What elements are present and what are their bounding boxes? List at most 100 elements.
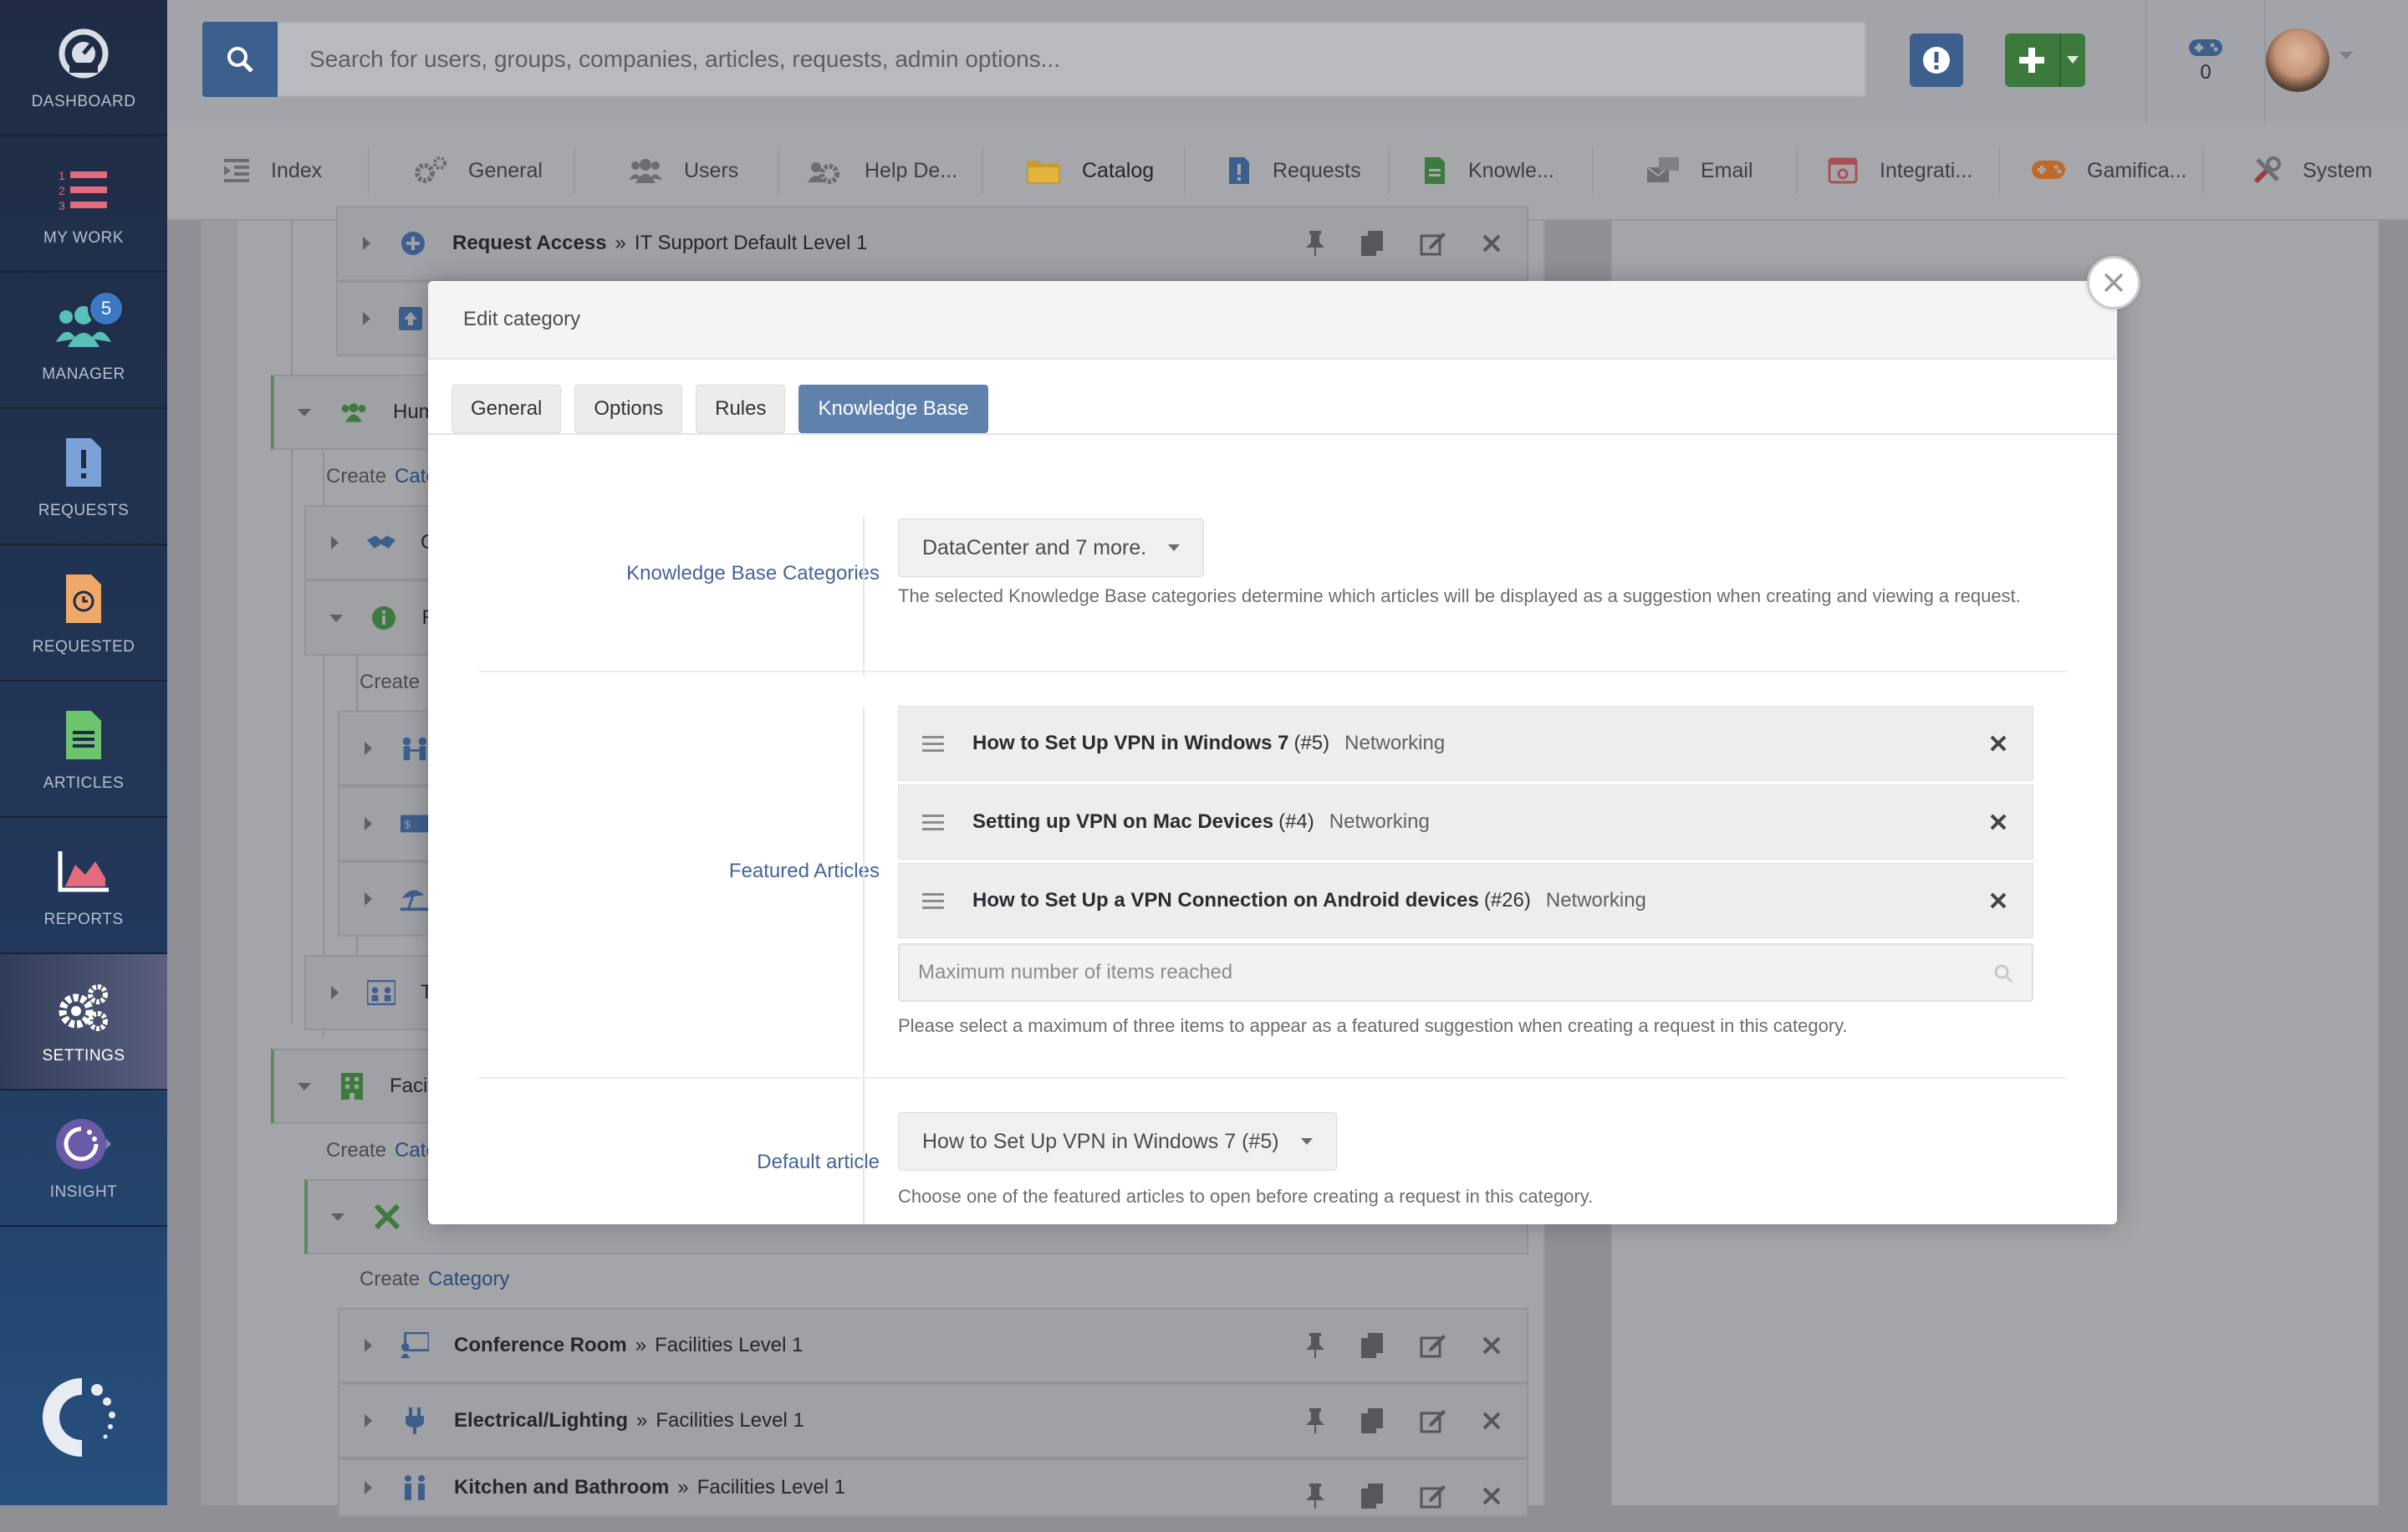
- tree-row[interactable]: R: [304, 580, 438, 656]
- remove-icon[interactable]: [1989, 813, 2008, 831]
- drag-handle-icon[interactable]: [922, 892, 944, 909]
- pin-icon[interactable]: [1304, 1333, 1326, 1358]
- edit-icon[interactable]: [1420, 1333, 1446, 1358]
- close-icon[interactable]: [1482, 1486, 1502, 1506]
- info-icon: [371, 604, 397, 632]
- kb-categories-label: Knowledge Base Categories: [626, 562, 880, 585]
- sidebar-label: INSIGHT: [49, 1182, 118, 1201]
- alert-button[interactable]: [1910, 33, 1963, 87]
- edit-icon[interactable]: [1420, 231, 1446, 256]
- search-button[interactable]: [202, 22, 278, 97]
- tree-row[interactable]: [338, 711, 438, 786]
- row-separator: »: [615, 232, 626, 254]
- tree-row[interactable]: Conference Room » Facilities Level 1: [338, 1308, 1528, 1383]
- create-category-link[interactable]: Create Cate: [326, 465, 437, 488]
- svg-text:1: 1: [59, 169, 65, 182]
- featured-article-search[interactable]: Maximum number of items reached: [898, 943, 2033, 1002]
- tab-knowledge-base[interactable]: Knowledge Base: [798, 385, 988, 433]
- nav-label: Integrati...: [1880, 158, 1973, 182]
- nav-item-gamification[interactable]: Gamifica...: [2032, 122, 2186, 219]
- nav-item-help-desk[interactable]: Help De...: [808, 122, 957, 219]
- plus-circle-icon: [399, 229, 427, 258]
- sidebar-label: DASHBOARD: [31, 92, 136, 110]
- add-dropdown-toggle[interactable]: [2059, 33, 2085, 87]
- row-actions: [1304, 207, 1502, 279]
- close-icon: [2104, 273, 2124, 293]
- nav-item-users[interactable]: Users: [629, 122, 738, 219]
- create-category-link[interactable]: Create Category: [360, 1268, 509, 1291]
- nav-item-general[interactable]: General: [413, 122, 543, 219]
- default-article-select[interactable]: How to Set Up VPN in Windows 7 (#5): [898, 1112, 1337, 1171]
- featured-article-item[interactable]: How to Set Up a VPN Connection on Androi…: [898, 863, 2033, 938]
- nav-item-catalog[interactable]: Catalog: [1027, 122, 1154, 219]
- sidebar-item-dashboard[interactable]: DASHBOARD: [0, 0, 167, 136]
- featured-articles-help: Please select a maximum of three items t…: [898, 1015, 1848, 1036]
- users-icon: [629, 159, 662, 183]
- tree-row[interactable]: G: [304, 505, 438, 580]
- nav-item-integrations[interactable]: Integrati...: [1828, 122, 1972, 219]
- create-category-link[interactable]: Create Cate: [326, 1139, 437, 1162]
- featured-article-number: (#26): [1483, 889, 1531, 912]
- sidebar-item-manager[interactable]: 5 MANAGER: [0, 273, 167, 409]
- nav-item-system[interactable]: System: [2252, 122, 2372, 219]
- tree-row[interactable]: [336, 281, 436, 356]
- sidebar-item-settings[interactable]: SETTINGS: [0, 954, 167, 1090]
- tree-row[interactable]: $: [338, 786, 438, 861]
- chevron-down-icon[interactable]: [2339, 52, 2353, 60]
- featured-articles-label: Featured Articles: [728, 860, 880, 882]
- tree-row[interactable]: Facili: [271, 1049, 438, 1124]
- edit-icon[interactable]: [1420, 1408, 1446, 1433]
- sidebar-item-reports[interactable]: REPORTS: [0, 818, 167, 954]
- tab-options[interactable]: Options: [574, 385, 683, 433]
- close-icon[interactable]: [1482, 1411, 1502, 1431]
- modal-close-button[interactable]: [2087, 256, 2140, 309]
- featured-article-number: (#4): [1278, 810, 1314, 833]
- sidebar-label: MANAGER: [42, 365, 125, 383]
- row-title: Kitchen and Bathroom: [454, 1476, 670, 1499]
- add-new-button[interactable]: [2005, 33, 2085, 87]
- tree-row[interactable]: Kitchen and Bathroom » Facilities Level …: [338, 1458, 1528, 1517]
- copy-icon[interactable]: [1361, 1333, 1385, 1358]
- drag-handle-icon[interactable]: [922, 735, 944, 752]
- remove-icon[interactable]: [1989, 891, 2008, 910]
- default-article-value: How to Set Up VPN in Windows 7 (#5): [922, 1129, 1279, 1153]
- user-avatar[interactable]: [2266, 28, 2329, 92]
- gamification-counter[interactable]: 0: [2145, 0, 2266, 122]
- sidebar-item-requests[interactable]: REQUESTS: [0, 409, 167, 545]
- copy-icon[interactable]: [1361, 231, 1385, 256]
- kb-categories-select[interactable]: DataCenter and 7 more.: [898, 518, 1205, 577]
- global-search-input[interactable]: [278, 22, 1866, 97]
- main-sidebar: DASHBOARD 1 2 3 MY WORK 5 MANAGER REQUESTS…: [0, 0, 167, 1505]
- nav-label: Index: [271, 158, 323, 182]
- nav-item-index[interactable]: Index: [224, 122, 322, 219]
- pin-icon[interactable]: [1304, 231, 1326, 256]
- sidebar-item-my-work[interactable]: 1 2 3 MY WORK: [0, 136, 167, 273]
- copy-icon[interactable]: [1361, 1408, 1385, 1433]
- drag-handle-icon[interactable]: [922, 814, 944, 830]
- default-article-label: Default article: [757, 1151, 880, 1173]
- sidebar-item-articles[interactable]: ARTICLES: [0, 682, 167, 818]
- sidebar-item-requested[interactable]: REQUESTED: [0, 545, 167, 682]
- tree-row[interactable]: Request Access » IT Support Default Leve…: [336, 206, 1528, 281]
- tree-row[interactable]: T: [304, 955, 438, 1030]
- featured-article-item[interactable]: Setting up VPN on Mac Devices (#4) Netwo…: [898, 784, 2033, 860]
- tree-row[interactable]: Huma: [271, 375, 446, 450]
- tab-general[interactable]: General: [452, 385, 562, 433]
- remove-icon[interactable]: [1989, 734, 2008, 753]
- tree-row[interactable]: Electrical/Lighting » Facilities Level 1: [338, 1383, 1528, 1458]
- nav-item-email[interactable]: Email: [1647, 122, 1753, 219]
- nav-item-requests[interactable]: Requests: [1227, 122, 1361, 219]
- row-title: Electrical/Lighting: [454, 1409, 629, 1432]
- tree-row[interactable]: [338, 861, 438, 937]
- create-category-link[interactable]: Create: [360, 671, 420, 694]
- sidebar-item-insight[interactable]: INSIGHT: [0, 1090, 167, 1227]
- pin-icon[interactable]: [1304, 1408, 1326, 1433]
- kb-categories-value: DataCenter and 7 more.: [922, 535, 1147, 559]
- nav-item-knowledge[interactable]: Knowle...: [1423, 122, 1554, 219]
- tab-rules[interactable]: Rules: [696, 385, 786, 433]
- featured-article-item[interactable]: How to Set Up VPN in Windows 7 (#5) Netw…: [898, 706, 2033, 781]
- close-icon[interactable]: [1482, 1335, 1502, 1356]
- close-icon[interactable]: [1482, 233, 1502, 253]
- plug-icon: [400, 1407, 429, 1435]
- tools-icon: [2253, 156, 2281, 184]
